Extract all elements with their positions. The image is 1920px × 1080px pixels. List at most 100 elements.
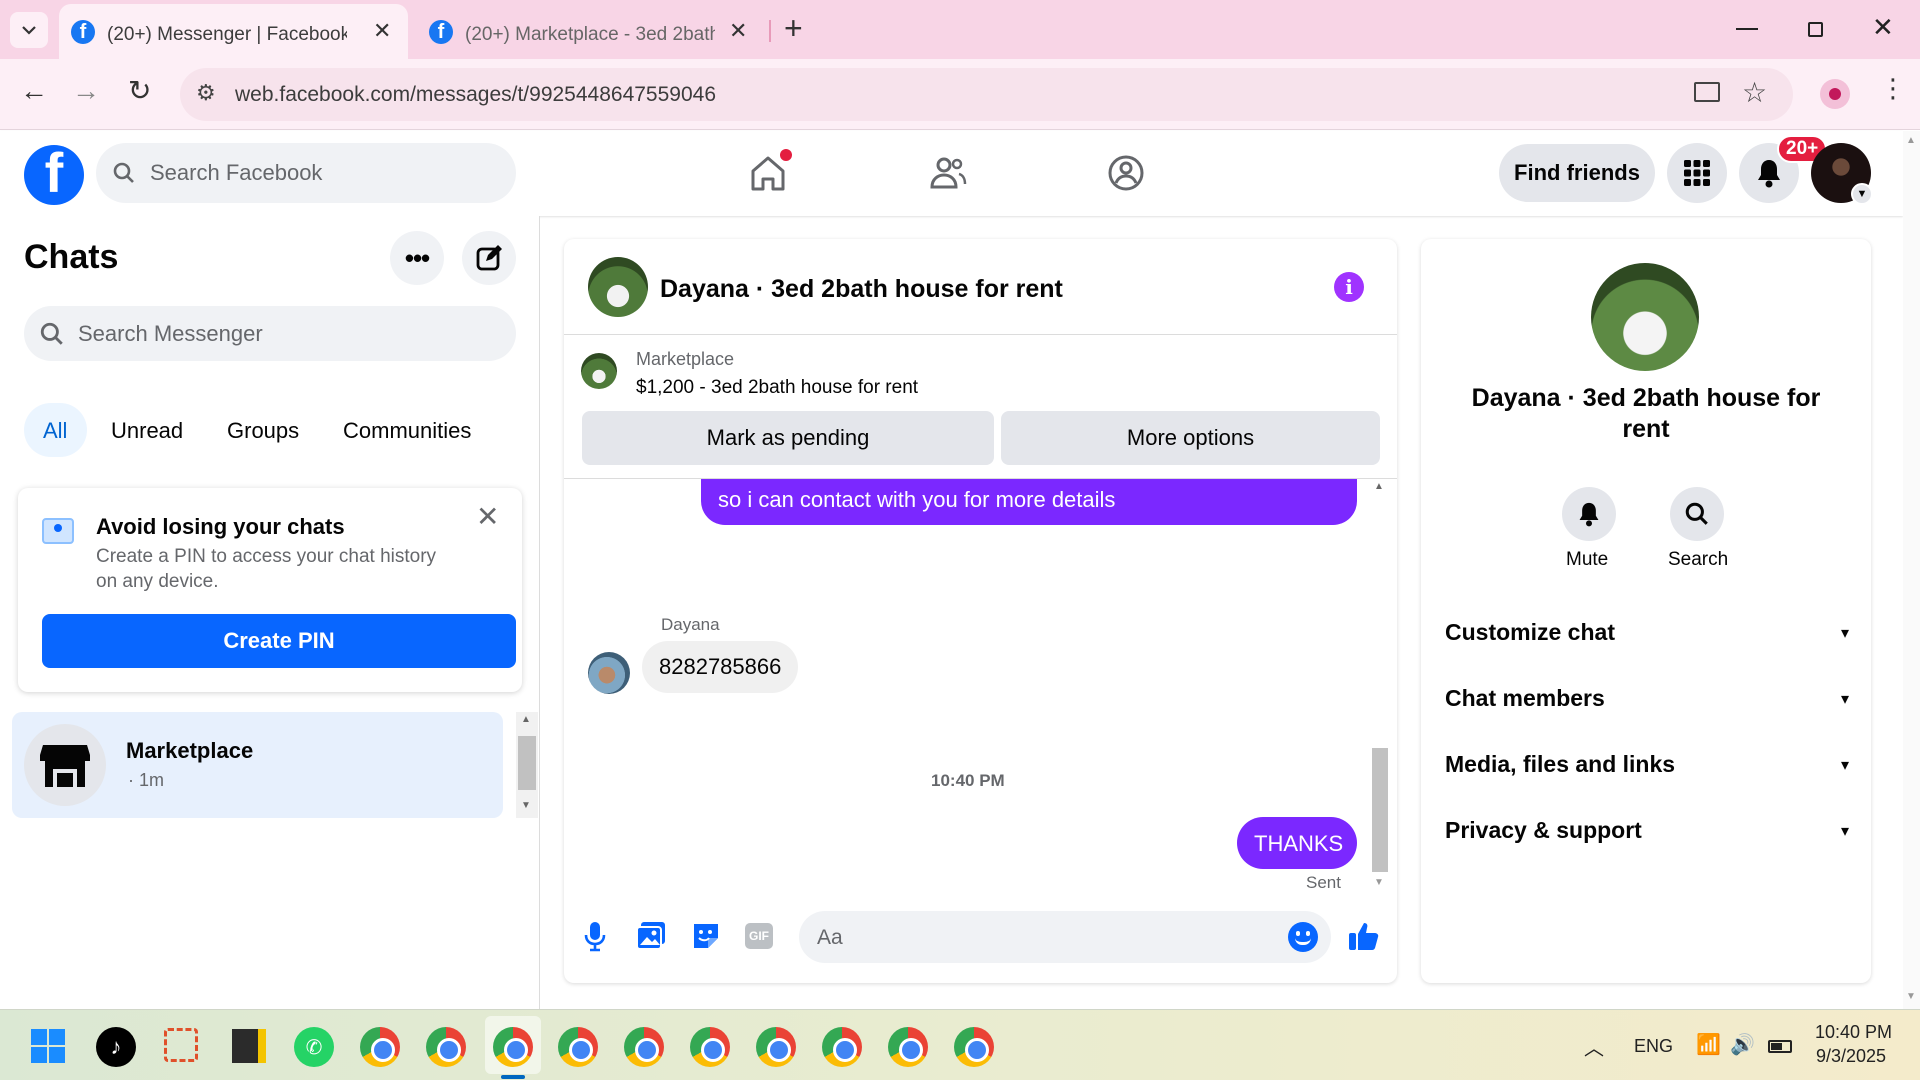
facebook-header: f Search Facebook Find friends 20+ ▼ (0, 131, 1903, 216)
browser-menu-icon[interactable]: ⋮ (1880, 73, 1906, 104)
mark-pending-button[interactable]: Mark as pending (582, 411, 994, 465)
conversation-title[interactable]: Dayana · 3ed 2bath house for rent (660, 275, 1063, 304)
mute-button[interactable] (1562, 487, 1616, 541)
search-conversation-button[interactable] (1670, 487, 1724, 541)
media-files-links-section[interactable]: Media, files and links ▾ (1445, 751, 1849, 778)
more-options-button[interactable]: More options (1001, 411, 1380, 465)
facebook-search-input[interactable]: Search Facebook (96, 143, 516, 203)
forward-icon[interactable]: → (72, 75, 100, 107)
volume-icon[interactable]: 🔊 (1730, 1032, 1755, 1057)
filter-all-label[interactable]: All (43, 418, 67, 444)
input-language[interactable]: ENG (1634, 1036, 1673, 1057)
chats-options-button[interactable]: ••• (390, 231, 444, 285)
profile-avatar-icon[interactable] (1820, 79, 1850, 109)
microphone-icon[interactable] (584, 920, 606, 952)
compose-icon (476, 245, 502, 271)
tiktok-icon[interactable]: ♪ (96, 1027, 136, 1067)
back-icon[interactable]: ← (20, 75, 48, 107)
listing-detail[interactable]: $1,200 - 3ed 2bath house for rent (636, 377, 918, 399)
like-thumb-icon[interactable] (1348, 920, 1380, 952)
incoming-message[interactable]: 8282785866 (642, 641, 798, 693)
battery-icon[interactable] (1768, 1040, 1792, 1053)
new-message-button[interactable] (462, 231, 516, 285)
clock-date[interactable]: 9/3/2025 (1816, 1046, 1886, 1067)
facebook-favicon-icon: f (429, 20, 453, 44)
filter-unread-tab[interactable]: Unread (111, 418, 183, 444)
show-hidden-icons-chevron-up-icon[interactable]: ︿ (1584, 1032, 1604, 1061)
home-nav-icon[interactable] (748, 149, 792, 198)
install-app-icon[interactable] (1694, 82, 1720, 102)
chrome-profile-icon[interactable] (888, 1027, 928, 1067)
site-settings-icon[interactable]: ⚙ (196, 80, 216, 106)
message-input[interactable]: Aa (799, 911, 1331, 963)
filter-communities-tab[interactable]: Communities (343, 418, 471, 444)
conversation-info-icon[interactable]: i (1334, 272, 1364, 302)
url-text[interactable]: web.facebook.com/messages/t/992544864755… (235, 83, 716, 107)
chat-list-scrollbar[interactable]: ▲ ▼ (516, 712, 538, 818)
tab-title: (20+) Messenger | Facebook (107, 24, 347, 45)
close-tab-icon[interactable]: ✕ (729, 18, 747, 44)
page-scrollbar[interactable]: ▲ ▼ (1903, 131, 1920, 1009)
windows-start-icon[interactable] (31, 1029, 65, 1063)
facebook-logo[interactable]: f (24, 145, 84, 205)
chevron-down-icon: ▾ (1840, 756, 1849, 774)
close-card-icon[interactable]: ✕ (476, 500, 499, 533)
reload-icon[interactable]: ↻ (128, 74, 151, 107)
groups-nav-icon[interactable] (1106, 153, 1146, 198)
chat-list-item[interactable]: Marketplace · 1m (12, 712, 503, 818)
find-friends-button[interactable]: Find friends (1499, 144, 1655, 202)
chrome-profile-icon[interactable] (360, 1027, 400, 1067)
conversation-avatar[interactable] (588, 257, 648, 317)
wifi-icon[interactable]: 📶 (1696, 1032, 1721, 1057)
customize-chat-section[interactable]: Customize chat ▾ (1445, 619, 1849, 646)
emoji-icon[interactable] (1288, 922, 1318, 952)
address-bar[interactable]: ⚙ web.facebook.com/messages/t/9925448647… (180, 68, 1793, 121)
tab-messenger[interactable]: f (20+) Messenger | Facebook ✕ (59, 4, 408, 59)
message-timestamp: 10:40 PM (931, 771, 1005, 790)
chrome-profile-icon[interactable] (624, 1027, 664, 1067)
outgoing-message[interactable]: so i can contact with you for more detai… (701, 479, 1357, 525)
privacy-support-section[interactable]: Privacy & support ▾ (1445, 817, 1849, 844)
more-options-label: More options (1126, 425, 1255, 450)
photo-icon[interactable] (636, 921, 666, 951)
facebook-favicon-icon: f (71, 20, 95, 44)
whatsapp-icon[interactable]: ✆ (294, 1027, 334, 1067)
pin-card-body: Create a PIN to access your chat history… (96, 546, 437, 592)
outgoing-message[interactable]: THANKS (1237, 817, 1357, 869)
bookmark-star-icon[interactable]: ☆ (1742, 76, 1767, 109)
messenger-search-input[interactable]: Search Messenger (24, 306, 516, 361)
snipping-tool-icon[interactable] (164, 1028, 198, 1062)
chevron-down-icon: ▾ (1840, 690, 1849, 708)
menu-grid-button[interactable] (1667, 143, 1727, 203)
new-tab-button[interactable]: + (784, 10, 803, 47)
chrome-profile-icon[interactable] (426, 1027, 466, 1067)
clock-time[interactable]: 10:40 PM (1815, 1022, 1892, 1043)
sticky-notes-icon[interactable] (232, 1029, 266, 1063)
filter-groups-tab[interactable]: Groups (227, 418, 299, 444)
create-pin-button[interactable]: Create PIN (42, 614, 516, 668)
details-avatar[interactable] (1591, 263, 1699, 371)
chrome-profile-icon[interactable] (756, 1027, 796, 1067)
chrome-profile-icon[interactable] (558, 1027, 598, 1067)
chrome-profile-icon[interactable] (954, 1027, 994, 1067)
tab-divider (769, 20, 771, 42)
sticker-icon[interactable] (691, 921, 721, 951)
tab-marketplace[interactable]: f (20+) Marketplace - 3ed 2bath ✕ (413, 4, 763, 59)
gif-icon[interactable]: GIF (745, 923, 773, 949)
close-window-icon[interactable]: ✕ (1872, 12, 1894, 43)
chrome-profile-icon[interactable] (690, 1027, 730, 1067)
account-chevron-down-icon[interactable]: ▼ (1851, 183, 1873, 205)
friends-nav-icon[interactable] (928, 153, 968, 198)
pin-card-title: Avoid losing your chats (96, 514, 345, 539)
sender-name: Dayana (661, 615, 720, 634)
restore-icon[interactable] (1808, 22, 1823, 37)
close-tab-icon[interactable]: ✕ (373, 18, 391, 44)
chat-members-section[interactable]: Chat members ▾ (1445, 685, 1849, 712)
chrome-profile-icon[interactable] (493, 1027, 533, 1067)
minimize-icon[interactable] (1736, 28, 1758, 30)
sender-avatar[interactable] (588, 652, 630, 694)
tab-list-chevron-icon[interactable] (10, 12, 48, 48)
chrome-profile-icon[interactable] (822, 1027, 862, 1067)
pin-illustration-icon (42, 518, 74, 544)
message-scrollbar[interactable]: ▲ ▼ (1370, 481, 1390, 893)
